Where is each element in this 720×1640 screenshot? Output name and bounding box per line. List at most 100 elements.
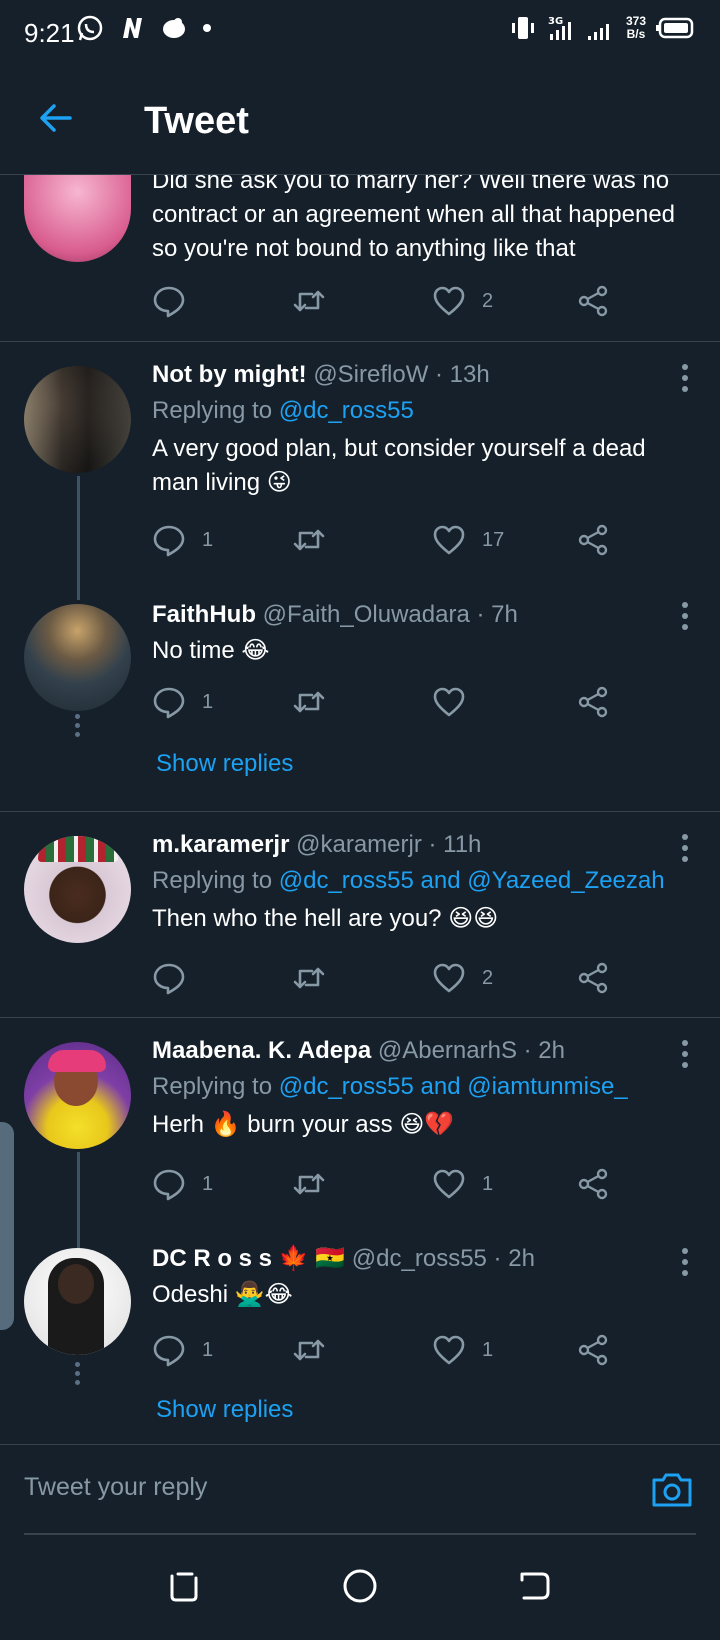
- reply-count: 1: [202, 690, 214, 713]
- tweet-actions: 1 17: [152, 520, 622, 560]
- display-name[interactable]: FaithHub: [152, 601, 256, 628]
- like-button[interactable]: 1: [432, 1330, 493, 1370]
- status-time: 9:21: [24, 18, 75, 48]
- handle-time: @Faith_Oluwadara · 7h: [262, 601, 518, 628]
- tweet[interactable]: DC R o s s 🍁 🇬🇭 @dc_ross55 · 2h Odeshi 🙅…: [0, 1238, 720, 1444]
- tweet-text: Then who the hell are you? 😆😆: [152, 905, 499, 932]
- like-button[interactable]: 2: [432, 281, 493, 321]
- more-options-icon[interactable]: [682, 834, 690, 867]
- share-button[interactable]: [576, 1330, 610, 1370]
- back-nav-icon[interactable]: [516, 1566, 556, 1606]
- display-name[interactable]: DC R o s s 🍁 🇬🇭: [152, 1245, 345, 1272]
- like-count: 2: [482, 289, 494, 312]
- whatsapp-icon: [77, 15, 103, 41]
- reply-icon: [153, 1169, 185, 1201]
- retweet-button[interactable]: [292, 1330, 326, 1370]
- retweet-button[interactable]: [292, 958, 326, 998]
- replying-to-mention[interactable]: @dc_ross55 and @Yazeed_Zeezah: [279, 867, 665, 894]
- tweet[interactable]: FaithHub @Faith_Oluwadara · 7h No time 😂…: [0, 580, 720, 810]
- like-button[interactable]: [432, 682, 466, 722]
- system-navigation-bar: [0, 1536, 720, 1640]
- avatar[interactable]: [24, 366, 131, 473]
- replying-to-label: Replying to: [152, 867, 279, 894]
- share-icon: [578, 962, 608, 994]
- reply-button[interactable]: [152, 281, 186, 321]
- avatar[interactable]: [24, 1042, 131, 1149]
- handle-time: @SirefloW · 13h: [313, 361, 490, 388]
- replying-to-label: Replying to: [152, 397, 279, 424]
- retweet-icon: [293, 691, 325, 713]
- handle-time: @dc_ross55 · 2h: [351, 1245, 535, 1272]
- tweet[interactable]: Not by might! @SirefloW · 13h Replying t…: [0, 342, 720, 600]
- recent-apps-icon[interactable]: [164, 1566, 204, 1606]
- reply-icon: [153, 1335, 185, 1367]
- back-arrow-icon[interactable]: [36, 98, 76, 138]
- home-icon[interactable]: [340, 1566, 380, 1606]
- display-name[interactable]: Not by might!: [152, 361, 307, 388]
- reply-count: 1: [202, 1338, 214, 1361]
- avatar[interactable]: [24, 604, 131, 711]
- display-name[interactable]: m.karamerjr: [152, 831, 289, 858]
- notification-dot-icon: [203, 24, 211, 32]
- heart-icon: [433, 1335, 465, 1365]
- tweet-text: Herh 🔥 burn your ass 😆💔: [152, 1111, 455, 1138]
- reply-button[interactable]: [152, 958, 186, 998]
- reply-button[interactable]: 1: [152, 1164, 213, 1204]
- like-button[interactable]: 1: [432, 1164, 493, 1204]
- share-button[interactable]: [576, 520, 610, 560]
- more-options-icon[interactable]: [682, 602, 690, 635]
- more-options-icon[interactable]: [682, 364, 690, 397]
- retweet-icon: [293, 1173, 325, 1195]
- battery-icon: [656, 17, 694, 39]
- reply-input[interactable]: Tweet your reply: [24, 1473, 207, 1502]
- retweet-button[interactable]: [292, 1164, 326, 1204]
- thread-dots: [75, 1362, 81, 1389]
- show-replies-link[interactable]: Show replies: [156, 750, 293, 778]
- retweet-icon: [293, 529, 325, 551]
- reply-icon: [153, 286, 185, 318]
- share-button[interactable]: [576, 281, 610, 321]
- tweet[interactable]: Maabena. K. Adepa @AbernarhS · 2h Replyi…: [0, 1018, 720, 1256]
- reply-button[interactable]: 1: [152, 520, 213, 560]
- retweet-button[interactable]: [292, 281, 326, 321]
- retweet-button[interactable]: [292, 682, 326, 722]
- share-button[interactable]: [576, 682, 610, 722]
- reply-button[interactable]: 1: [152, 682, 213, 722]
- tweet[interactable]: m.karamerjr @karamerjr · 11h Replying to…: [0, 812, 720, 1018]
- tweet-actions: 1: [152, 682, 622, 722]
- heart-icon: [433, 286, 465, 316]
- more-options-icon[interactable]: [682, 1248, 690, 1281]
- edge-panel-handle[interactable]: [0, 1122, 14, 1330]
- status-bar: 9:21 3G 373 B/s: [0, 0, 720, 62]
- heart-icon: [433, 687, 465, 717]
- heart-icon: [433, 525, 465, 555]
- like-count: 1: [482, 1172, 494, 1195]
- avatar[interactable]: [24, 836, 131, 943]
- like-button[interactable]: 17: [432, 520, 504, 560]
- retweet-icon: [293, 967, 325, 989]
- display-name[interactable]: Maabena. K. Adepa: [152, 1037, 371, 1064]
- tweet-text: Odeshi 🙅‍♂️😂: [152, 1281, 293, 1308]
- camera-icon[interactable]: [650, 1467, 694, 1511]
- share-button[interactable]: [576, 1164, 610, 1204]
- more-options-icon[interactable]: [682, 1040, 690, 1073]
- avatar[interactable]: [24, 1248, 131, 1355]
- tweet-text: Did she ask you to marry her? Well there…: [152, 167, 676, 262]
- reply-composer: Tweet your reply: [0, 1444, 720, 1535]
- reply-count: 1: [202, 1172, 214, 1195]
- tweet-actions: 1 1: [152, 1330, 622, 1370]
- retweet-button[interactable]: [292, 520, 326, 560]
- svg-text:3G: 3G: [548, 16, 563, 27]
- tweet-actions: 2: [152, 281, 622, 321]
- tweet-actions: 2: [152, 958, 622, 998]
- reply-button[interactable]: 1: [152, 1330, 213, 1370]
- replying-to-mention[interactable]: @dc_ross55: [279, 397, 414, 424]
- retweet-icon: [293, 1339, 325, 1361]
- avatar[interactable]: [24, 174, 131, 262]
- reply-input-underline: [24, 1533, 696, 1535]
- replying-to-mention[interactable]: @dc_ross55 and @iamtunmise_: [279, 1073, 628, 1100]
- like-button[interactable]: 2: [432, 958, 493, 998]
- like-count: 2: [482, 966, 494, 989]
- show-replies-link[interactable]: Show replies: [156, 1396, 293, 1424]
- share-button[interactable]: [576, 958, 610, 998]
